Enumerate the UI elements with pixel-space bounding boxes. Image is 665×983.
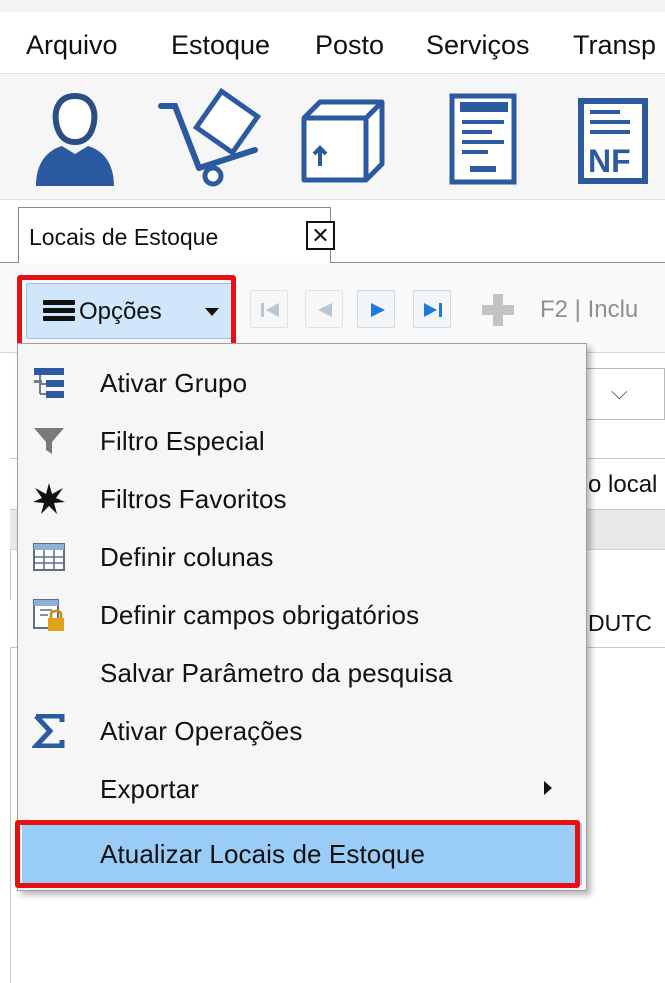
star-burst-icon [33,483,65,514]
menu-item-ativar-operacoes[interactable]: Ativar Operações [18,702,586,760]
menu-arquivo[interactable]: Arquivo [26,30,118,61]
menu-transp[interactable]: Transp [573,30,656,61]
atualizar-highlight-box [15,820,580,888]
options-highlight-box [17,275,236,351]
menu-item-label: Definir colunas [100,542,274,572]
plus-icon [482,294,514,326]
tab-locais-de-estoque[interactable]: Locais de Estoque ✕ [18,207,335,263]
first-record-button[interactable] [250,290,288,328]
menu-item-label: Filtros Favoritos [100,484,287,514]
menu-item-label: Salvar Parâmetro da pesquisa [100,658,453,688]
options-dropdown-menu: Ativar Grupo Filtro Especial Filtros Fav… [17,343,587,891]
funnel-icon [34,428,64,454]
menu-estoque[interactable]: Estoque [171,30,270,61]
module-toolbar: NF [0,74,665,200]
menu-item-salvar-parametro[interactable]: Salvar Parâmetro da pesquisa [18,644,586,702]
cart-icon[interactable] [155,87,262,188]
menu-posto[interactable]: Posto [315,30,384,61]
menu-bar: Arquivo Estoque Posto Serviços Transp [0,12,665,74]
menu-item-label: Filtro Especial [100,426,265,456]
next-record-button[interactable] [357,290,395,328]
menu-item-label: Exportar [100,774,200,804]
menu-item-definir-campos-obrigatorios[interactable]: Definir campos obrigatórios [18,586,586,644]
menu-item-exportar[interactable]: Exportar [18,760,586,818]
columns-table-icon [33,543,65,571]
group-tree-icon [34,368,64,398]
insert-button[interactable]: F2 | Inclu [478,290,665,330]
required-fields-lock-icon [33,599,64,631]
window-top-strip [0,0,665,12]
menu-servicos[interactable]: Serviços [426,30,530,61]
grid-column-header[interactable]: o local [588,471,657,499]
nf-document-icon[interactable]: NF [570,88,660,188]
box-icon[interactable] [298,88,388,188]
chevron-down-icon: ⌵ [611,379,628,404]
menu-item-label: Ativar Operações [100,716,303,746]
last-record-button[interactable] [413,290,451,328]
tab-label: Locais de Estoque [29,224,219,250]
document-icon[interactable] [440,88,530,188]
sigma-icon [32,714,65,748]
menu-item-definir-colunas[interactable]: Definir colunas [18,528,586,586]
menu-item-label: Ativar Grupo [100,368,248,398]
menu-item-filtros-favoritos[interactable]: Filtros Favoritos [18,470,586,528]
user-icon[interactable] [30,88,120,188]
menu-item-ativar-grupo[interactable]: Ativar Grupo [18,354,586,412]
menu-item-filtro-especial[interactable]: Filtro Especial [18,412,586,470]
menu-item-label: Definir campos obrigatórios [100,600,420,630]
previous-record-button[interactable] [305,290,343,328]
table-cell: DUTC [588,610,652,636]
close-icon[interactable]: ✕ [306,221,335,250]
svg-text:NF: NF [588,143,631,179]
submenu-arrow-icon [544,781,552,795]
insert-button-label: F2 | Inclu [540,296,639,323]
